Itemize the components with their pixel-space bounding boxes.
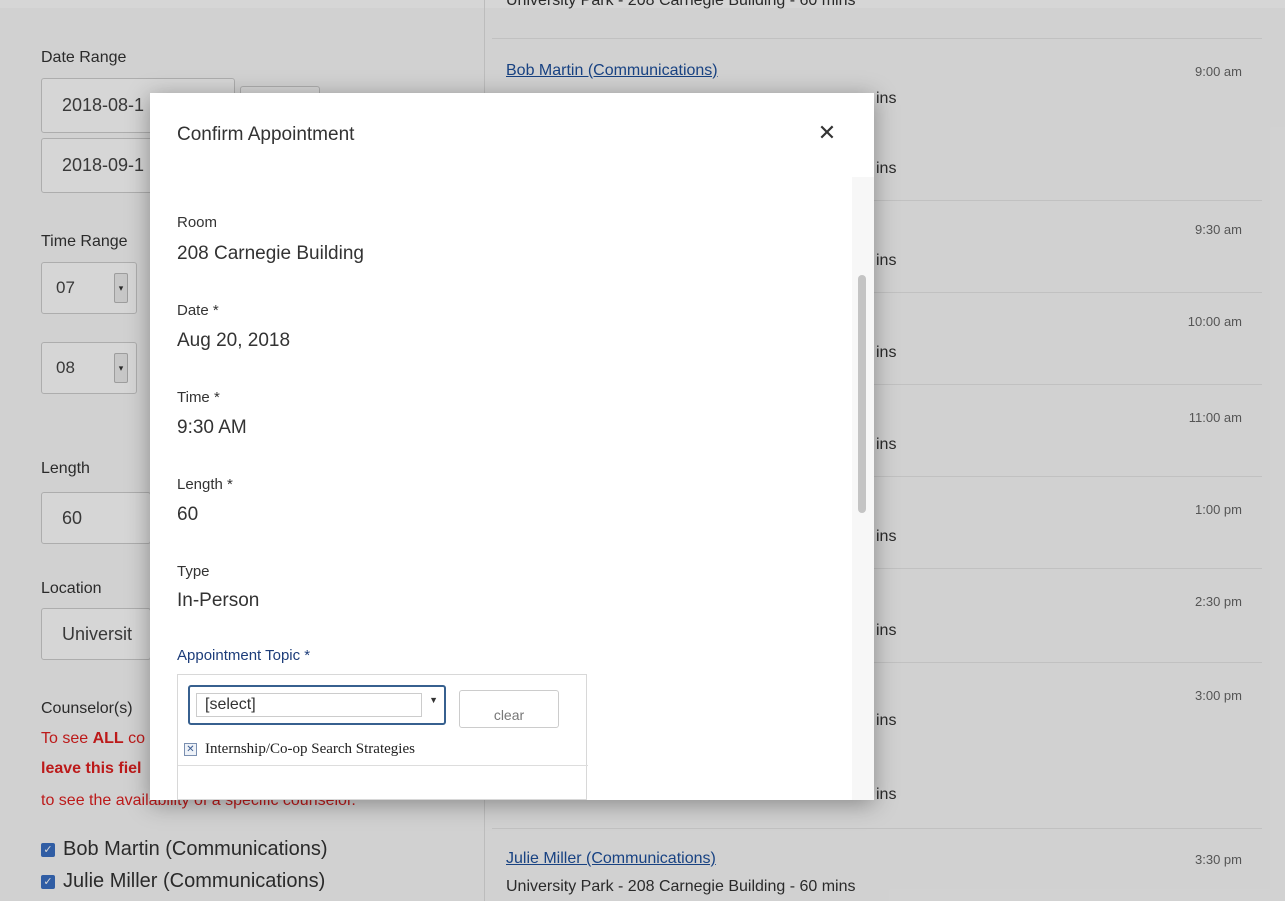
appointment-topic-panel: [select] ▼ clear ✕ Internship/Co-op Sear… [177,674,588,800]
chevron-down-icon: ▼ [429,695,438,705]
date-label: Date * [177,302,219,319]
clear-button[interactable]: clear [459,690,559,728]
topic-divider [178,765,588,766]
modal-scrollbar-thumb[interactable] [858,275,866,513]
date-value: Aug 20, 2018 [177,330,291,351]
confirm-appointment-modal: Confirm Appointment ✕ Room 208 Carnegie … [150,93,874,800]
close-icon[interactable]: ✕ [815,120,839,145]
remove-topic-icon[interactable]: ✕ [184,743,197,756]
appointment-topic-select[interactable]: [select] ▼ [188,685,446,725]
selected-topic-item: ✕ Internship/Co-op Search Strategies [184,741,415,758]
type-value: In-Person [177,590,260,611]
time-value: 9:30 AM [177,417,247,438]
length-value: 60 [177,504,199,525]
type-label: Type [177,563,210,580]
length-label: Length * [177,476,233,493]
room-label: Room [177,214,218,231]
appointment-topic-label: Appointment Topic * [177,647,311,664]
selected-topic-label: Internship/Co-op Search Strategies [205,741,415,757]
room-value: 208 Carnegie Building [177,243,364,264]
time-label: Time * [177,389,220,406]
modal-title: Confirm Appointment [177,124,355,145]
topic-select-value: [select] [196,693,422,717]
